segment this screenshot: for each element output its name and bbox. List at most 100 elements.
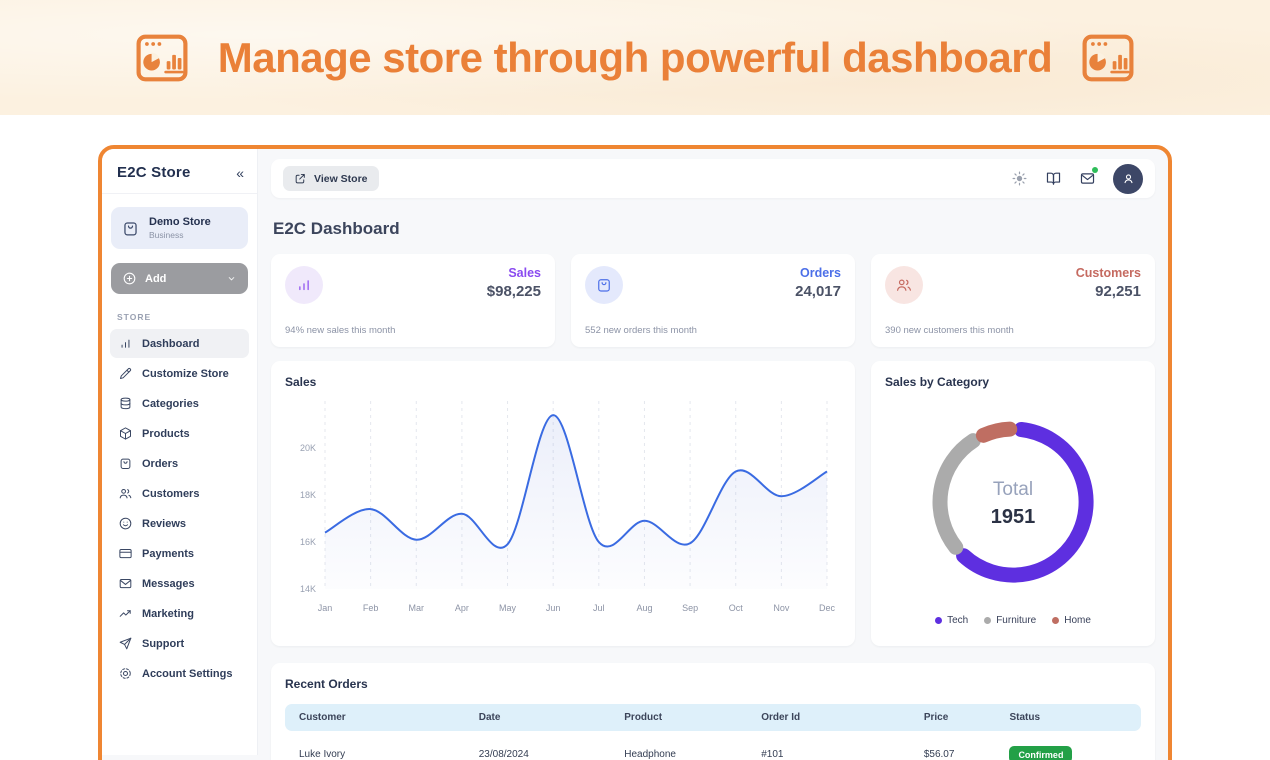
cell-price: $56.07 [910,734,996,760]
category-chart-title: Sales by Category [885,375,1141,389]
sidebar-section-label: STORE [117,312,242,322]
plus-circle-icon [122,271,137,286]
sidebar: E2C Store « Demo Store Business Add STOR… [102,149,258,755]
column-header: Order Id [747,704,910,731]
stat-card-sales: Sales $98,225 94% new sales this month [271,254,555,347]
shopping-bag-icon [118,456,133,471]
category-chart-card: Sales by Category Total1951 TechFurnitur… [871,361,1155,646]
topbar: View Store [271,159,1155,198]
donut-legend: TechFurnitureHome [885,615,1141,632]
svg-text:16K: 16K [300,537,316,547]
sidebar-item-orders[interactable]: Orders [110,449,249,478]
sidebar-item-dashboard[interactable]: Dashboard [110,329,249,358]
docs-book-icon[interactable] [1045,170,1062,187]
smiley-icon [118,516,133,531]
stat-note: 94% new sales this month [285,325,395,336]
stat-note: 390 new customers this month [885,325,1014,336]
sales-chart-title: Sales [285,375,841,389]
legend-item-tech: Tech [935,615,968,626]
envelope-icon [118,576,133,591]
sidebar-item-payments[interactable]: Payments [110,539,249,568]
view-store-button[interactable]: View Store [283,166,379,191]
svg-text:Oct: Oct [729,603,744,613]
status-badge: Confirmed [1009,746,1072,760]
sidebar-item-label: Dashboard [142,338,199,350]
legend-item-home: Home [1052,615,1091,626]
column-header: Price [910,704,996,731]
stat-value: 24,017 [795,283,841,300]
sidebar-item-messages[interactable]: Messages [110,569,249,598]
external-link-icon [294,172,307,185]
stats-row: Sales $98,225 94% new sales this month Orde… [271,254,1155,347]
promo-banner: Manage store through powerful dashboard [0,0,1270,115]
sidebar-item-label: Customize Store [142,368,229,380]
dashboard-window-icon [136,34,188,82]
trend-up-icon [118,606,133,621]
sidebar-item-label: Reviews [142,518,186,530]
svg-text:Nov: Nov [773,603,790,613]
package-icon [118,426,133,441]
sidebar-item-products[interactable]: Products [110,419,249,448]
theme-toggle-icon[interactable] [1011,170,1028,187]
svg-text:Feb: Feb [363,603,379,613]
stat-label: Customers [1076,266,1141,280]
sidebar-item-label: Payments [142,548,194,560]
chevron-down-icon [226,273,237,284]
bar-chart-icon [285,266,323,304]
sidebar-header: E2C Store « [102,149,257,194]
stack-icon [118,396,133,411]
sidebar-item-label: Orders [142,458,178,470]
sidebar-item-categories[interactable]: Categories [110,389,249,418]
sidebar-item-label: Customers [142,488,199,500]
sidebar-item-customers[interactable]: Customers [110,479,249,508]
sidebar-item-account-settings[interactable]: Account Settings [110,659,249,688]
legend-label: Home [1064,615,1091,626]
svg-text:May: May [499,603,517,613]
mail-icon[interactable] [1079,170,1096,187]
cell-date: 23/08/2024 [465,734,611,760]
stat-value: $98,225 [487,283,541,300]
avatar[interactable] [1113,164,1143,194]
dashboard-frame: E2C Store « Demo Store Business Add STOR… [98,145,1172,760]
stat-card-orders: Orders 24,017 552 new orders this month [571,254,855,347]
sidebar-item-label: Account Settings [142,668,232,680]
stat-card-customers: Customers92,251390 new customers this mo… [871,254,1155,347]
add-button[interactable]: Add [111,263,248,294]
svg-text:18K: 18K [300,490,316,500]
sales-chart-card: Sales 14K16K18K20KJanFebMarAprMayJunJulA… [271,361,855,646]
sidebar-item-reviews[interactable]: Reviews [110,509,249,538]
table-row[interactable]: Luke Ivory23/08/2024Headphone#101$56.07C… [285,731,1141,760]
stat-note: 552 new orders this month [585,325,697,336]
stat-label: Sales [487,266,541,280]
sidebar-item-customize-store[interactable]: Customize Store [110,359,249,388]
sidebar-item-label: Support [142,638,184,650]
collapse-sidebar-button[interactable]: « [236,166,244,180]
sidebar-item-label: Marketing [142,608,194,620]
bar-chart-icon [118,336,133,351]
svg-text:Dec: Dec [819,603,836,613]
store-name: Demo Store [149,216,211,228]
legend-label: Tech [947,615,968,626]
shopping-bag-icon [585,266,623,304]
add-button-label: Add [145,273,166,285]
orders-table-header: CustomerDateProductOrder IdPriceStatus [285,704,1141,731]
svg-text:Jun: Jun [546,603,561,613]
sidebar-item-marketing[interactable]: Marketing [110,599,249,628]
gear-icon [118,666,133,681]
stat-label: Orders [795,266,841,280]
topbar-icons [1011,164,1143,194]
store-selector[interactable]: Demo Store Business [111,207,248,249]
legend-dot [1052,617,1059,624]
column-header: Date [465,704,611,731]
recent-orders-title: Recent Orders [285,677,1141,691]
svg-text:Total: Total [993,479,1033,500]
main-area: View Store E2C Dashboard Sales$98,225 [258,149,1168,760]
svg-text:Aug: Aug [636,603,652,613]
cell-status: Confirmed [995,731,1141,760]
store-type: Business [149,230,211,240]
legend-dot [935,617,942,624]
category-donut-chart: Total1951 [885,389,1141,615]
dashboard-window-icon [1082,34,1134,82]
sidebar-item-support[interactable]: Support [110,629,249,658]
paper-plane-icon [118,636,133,651]
